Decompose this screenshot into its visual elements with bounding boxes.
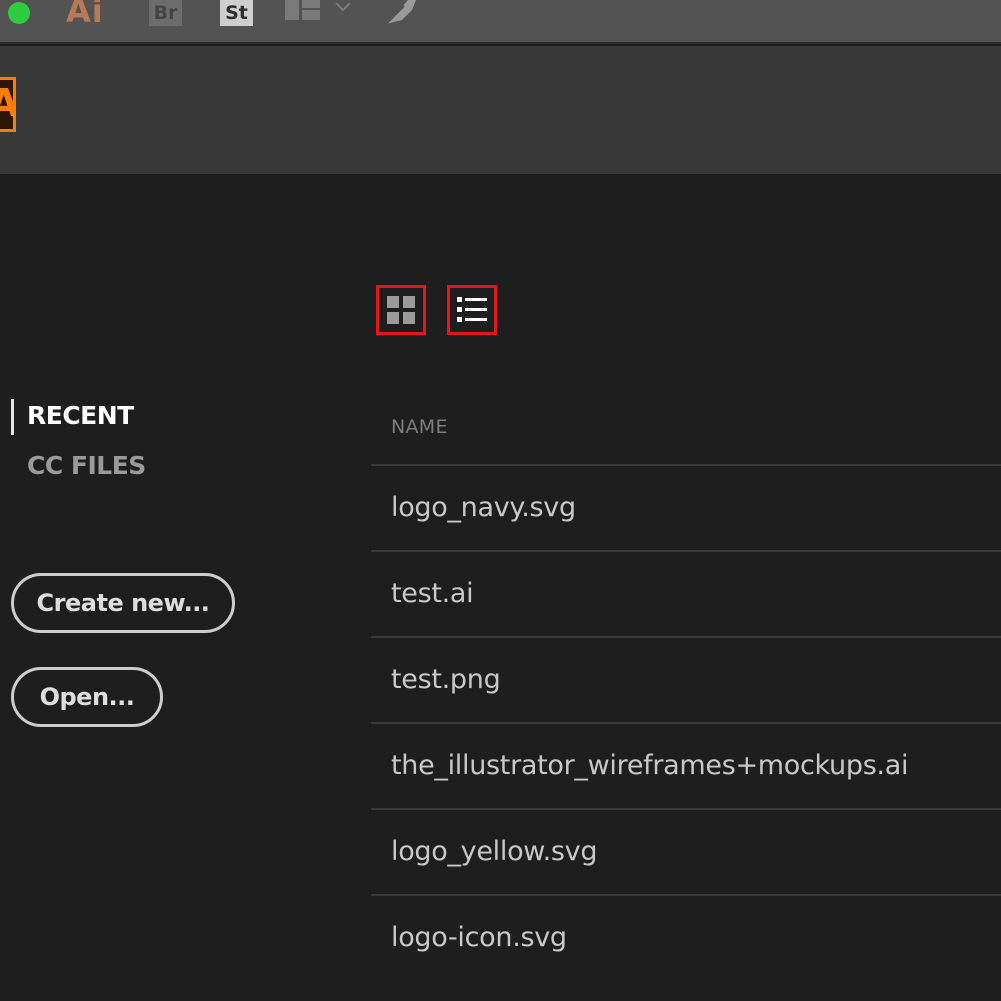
file-name: logo-icon.svg [391, 922, 567, 953]
nav-recent[interactable]: RECENT [27, 401, 134, 430]
bridge-button[interactable]: Br [149, 0, 182, 26]
file-row[interactable]: logo_navy.svg [371, 464, 1001, 550]
workspace-layout-icon[interactable] [285, 0, 320, 20]
file-row[interactable]: test.png [371, 636, 1001, 722]
nav-cc-files[interactable]: CC FILES [27, 451, 146, 480]
recent-files-list: logo_navy.svg test.ai test.png the_illus… [371, 464, 1001, 980]
file-row[interactable]: test.ai [371, 550, 1001, 636]
nav-active-indicator [11, 399, 14, 435]
file-row[interactable]: the_illustrator_wireframes+mockups.ai [371, 722, 1001, 808]
file-row[interactable]: logo_yellow.svg [371, 808, 1001, 894]
file-name: logo_navy.svg [391, 492, 576, 523]
name-column-header[interactable]: NAME [391, 416, 448, 438]
file-name: logo_yellow.svg [391, 836, 598, 867]
create-new-button[interactable]: Create new... [11, 573, 235, 633]
open-button[interactable]: Open... [11, 667, 163, 727]
chevron-down-icon[interactable] [334, 0, 352, 12]
file-name: test.png [391, 664, 501, 695]
stock-button[interactable]: St [220, 0, 253, 26]
grid-view-icon [387, 296, 415, 324]
file-row[interactable]: logo-icon.svg [371, 894, 1001, 980]
file-name: the_illustrator_wireframes+mockups.ai [391, 750, 909, 781]
grid-view-button[interactable] [376, 285, 426, 335]
list-view-icon [457, 297, 487, 322]
list-view-button[interactable] [447, 285, 497, 335]
window-maximize-button[interactable] [8, 2, 30, 24]
title-bar: Ai Br St [0, 0, 1001, 44]
file-name: test.ai [391, 578, 474, 609]
feather-icon[interactable] [382, 0, 418, 26]
app-switcher-illustrator[interactable]: Ai [66, 0, 104, 30]
illustrator-logo: Ai [0, 77, 16, 132]
start-screen-header: Ai [0, 46, 1001, 174]
